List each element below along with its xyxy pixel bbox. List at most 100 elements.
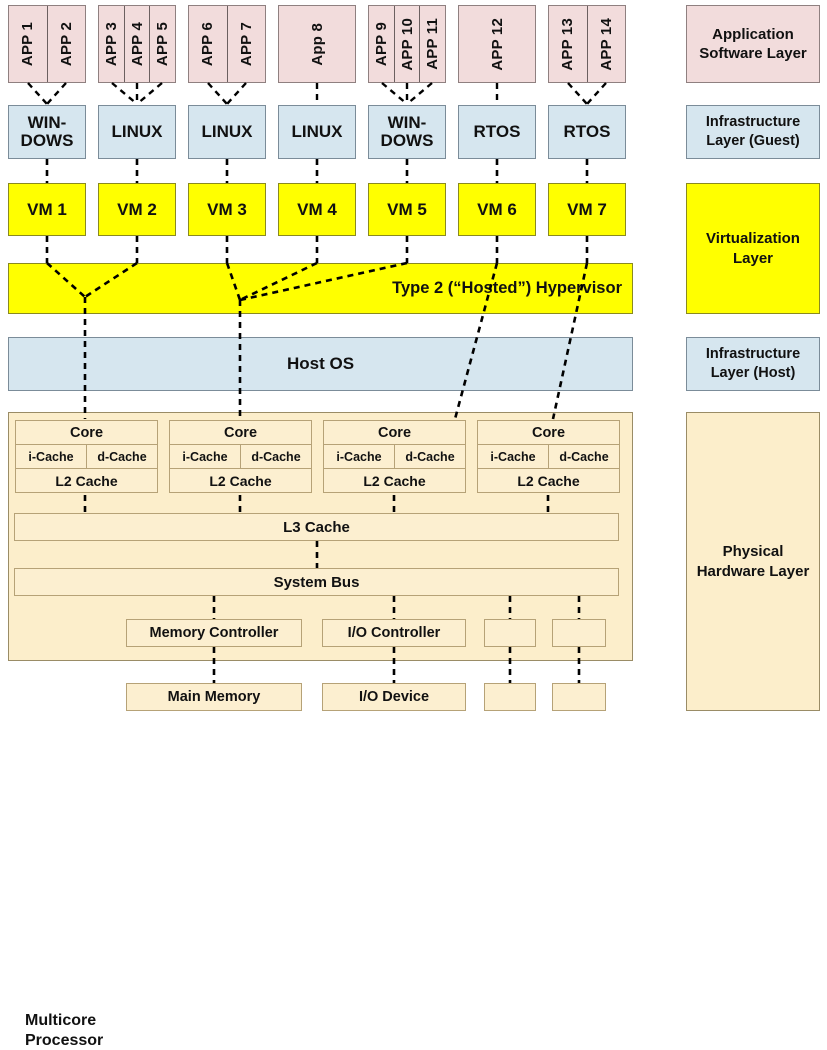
d-cache: d-Cache	[394, 445, 466, 469]
app-label: App 8	[308, 22, 326, 66]
l2-cache: L2 Cache	[323, 469, 466, 493]
cache-row: i-Cache d-Cache	[15, 445, 158, 469]
vm-label: VM 7	[567, 199, 607, 219]
i-cache: i-Cache	[477, 445, 548, 469]
guest-os-label: WIN- DOWS	[380, 113, 434, 150]
app-group-6: APP 12	[458, 5, 536, 83]
core-group-2: Core i-Cache d-Cache L2 Cache	[169, 420, 312, 493]
guest-os-windows-2: WIN- DOWS	[368, 105, 446, 159]
app-group-5: APP 9 APP 10 APP 11	[368, 5, 446, 83]
i-cache: i-Cache	[169, 445, 240, 469]
app-label: APP 14	[597, 17, 615, 71]
app-box: APP 10	[395, 6, 421, 82]
core-title: Core	[477, 420, 620, 445]
app-label: APP 4	[128, 21, 146, 67]
guest-os-label: RTOS	[473, 122, 521, 142]
io-device: I/O Device	[322, 683, 466, 711]
legend-application-layer: Application Software Layer	[686, 5, 820, 83]
multicore-processor-label: Multicore Processor	[25, 1012, 104, 1049]
core-group-4: Core i-Cache d-Cache L2 Cache	[477, 420, 620, 493]
vm-4: VM 4	[278, 183, 356, 236]
vm-5: VM 5	[368, 183, 446, 236]
app-label: APP 10	[398, 17, 416, 71]
app-group-1: APP 1 APP 2	[8, 5, 86, 83]
app-group-2: APP 3 APP 4 APP 5	[98, 5, 176, 83]
host-os-label: Host OS	[286, 354, 355, 373]
d-cache: d-Cache	[86, 445, 158, 469]
hypervisor-band: Type 2 (“Hosted”) Hypervisor	[8, 263, 633, 314]
vm-7: VM 7	[548, 183, 626, 236]
legend-label: Physical Hardware Layer	[696, 543, 810, 580]
legend-physical-hardware-layer: Physical Hardware Layer	[686, 412, 820, 711]
guest-os-rtos-2: RTOS	[548, 105, 626, 159]
app-label: APP 2	[57, 21, 75, 67]
vm-label: VM 6	[477, 199, 517, 219]
app-box: APP 11	[420, 6, 445, 82]
diagram-canvas: APP 1 APP 2 APP 3 APP 4 APP 5 APP 6 APP …	[0, 0, 827, 1049]
io-controller: I/O Controller	[322, 619, 466, 647]
core-title: Core	[169, 420, 312, 445]
guest-os-label: LINUX	[291, 122, 343, 142]
vm-6: VM 6	[458, 183, 536, 236]
vm-label: VM 3	[207, 199, 247, 219]
l2-cache: L2 Cache	[477, 469, 620, 493]
l2-cache: L2 Cache	[169, 469, 312, 493]
core-title: Core	[323, 420, 466, 445]
hypervisor-label: Type 2 (“Hosted”) Hypervisor	[392, 279, 622, 297]
legend-infrastructure-host: Infrastructure Layer (Host)	[686, 337, 820, 391]
core-title: Core	[15, 420, 158, 445]
vm-label: VM 2	[117, 199, 157, 219]
system-bus: System Bus	[14, 568, 619, 596]
app-box: APP 2	[48, 6, 86, 82]
host-os-band: Host OS	[8, 337, 633, 391]
app-box: APP 12	[459, 6, 535, 82]
app-box: APP 1	[9, 6, 48, 82]
guest-os-label: WIN- DOWS	[20, 113, 74, 150]
legend-label: Infrastructure Layer (Host)	[705, 346, 801, 381]
device-empty-1	[484, 683, 536, 711]
cache-row: i-Cache d-Cache	[477, 445, 620, 469]
l2-cache: L2 Cache	[15, 469, 158, 493]
app-label: APP 3	[102, 21, 120, 67]
app-box: APP 6	[189, 6, 228, 82]
app-label: APP 11	[424, 18, 442, 70]
vm-label: VM 4	[297, 199, 337, 219]
guest-os-label: LINUX	[201, 122, 253, 142]
controller-empty-2	[552, 619, 606, 647]
app-label: APP 13	[559, 17, 577, 71]
main-memory: Main Memory	[126, 683, 302, 711]
memory-controller: Memory Controller	[126, 619, 302, 647]
app-label: APP 5	[154, 21, 172, 67]
app-label: APP 1	[19, 21, 37, 67]
app-group-7: APP 13 APP 14	[548, 5, 626, 83]
vm-1: VM 1	[8, 183, 86, 236]
vm-3: VM 3	[188, 183, 266, 236]
controller-empty-1	[484, 619, 536, 647]
app-box: APP 5	[150, 6, 175, 82]
legend-infrastructure-guest: Infrastructure Layer (Guest)	[686, 105, 820, 159]
app-box: APP 4	[125, 6, 151, 82]
device-empty-2	[552, 683, 606, 711]
guest-os-linux-2: LINUX	[188, 105, 266, 159]
d-cache: d-Cache	[548, 445, 620, 469]
l3-cache: L3 Cache	[14, 513, 619, 541]
i-cache: i-Cache	[15, 445, 86, 469]
app-label: APP 12	[488, 17, 506, 71]
legend-virtualization-layer: Virtualization Layer	[686, 183, 820, 314]
app-box: APP 13	[549, 6, 588, 82]
d-cache: d-Cache	[240, 445, 312, 469]
legend-label: Virtualization Layer	[706, 230, 800, 267]
legend-label: Application Software Layer	[699, 25, 807, 62]
app-box: APP 14	[588, 6, 626, 82]
guest-os-rtos-1: RTOS	[458, 105, 536, 159]
app-group-4: App 8	[278, 5, 356, 83]
cache-row: i-Cache d-Cache	[323, 445, 466, 469]
app-label: APP 6	[199, 21, 217, 67]
i-cache: i-Cache	[323, 445, 394, 469]
app-box: APP 3	[99, 6, 125, 82]
app-box: APP 9	[369, 6, 395, 82]
app-box: App 8	[279, 6, 355, 82]
guest-os-linux-1: LINUX	[98, 105, 176, 159]
vm-label: VM 5	[387, 199, 427, 219]
core-group-1: Core i-Cache d-Cache L2 Cache	[15, 420, 158, 493]
